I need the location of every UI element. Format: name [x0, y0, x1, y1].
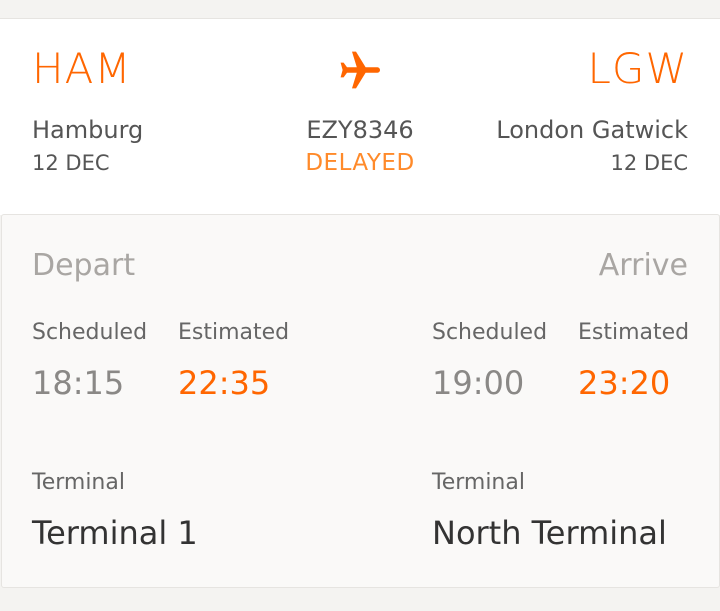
depart-scheduled-label: Scheduled — [32, 320, 148, 345]
destination-city: London Gatwick — [496, 116, 688, 144]
depart-terminal-value: Terminal 1 — [32, 514, 198, 552]
depart-estimated-time: 22:35 — [178, 364, 271, 402]
arrive-estimated-time: 23:20 — [578, 364, 671, 402]
arrive-terminal-label: Terminal — [432, 470, 525, 495]
origin-code: HAM — [32, 44, 132, 93]
depart-title: Depart — [32, 248, 136, 283]
airplane-icon — [340, 51, 380, 89]
arrive-scheduled-time: 19:00 — [432, 364, 525, 402]
depart-scheduled-time: 18:15 — [32, 364, 125, 402]
arrive-scheduled-label: Scheduled — [432, 320, 548, 345]
destination-date: 12 DEC — [610, 151, 689, 175]
destination-code: LGW — [587, 44, 688, 93]
arrive-estimated-label: Estimated — [578, 320, 690, 345]
depart-terminal-label: Terminal — [32, 470, 125, 495]
arrive-terminal-value: North Terminal — [432, 514, 667, 552]
depart-estimated-label: Estimated — [178, 320, 290, 345]
arrive-title: Arrive — [598, 248, 688, 283]
